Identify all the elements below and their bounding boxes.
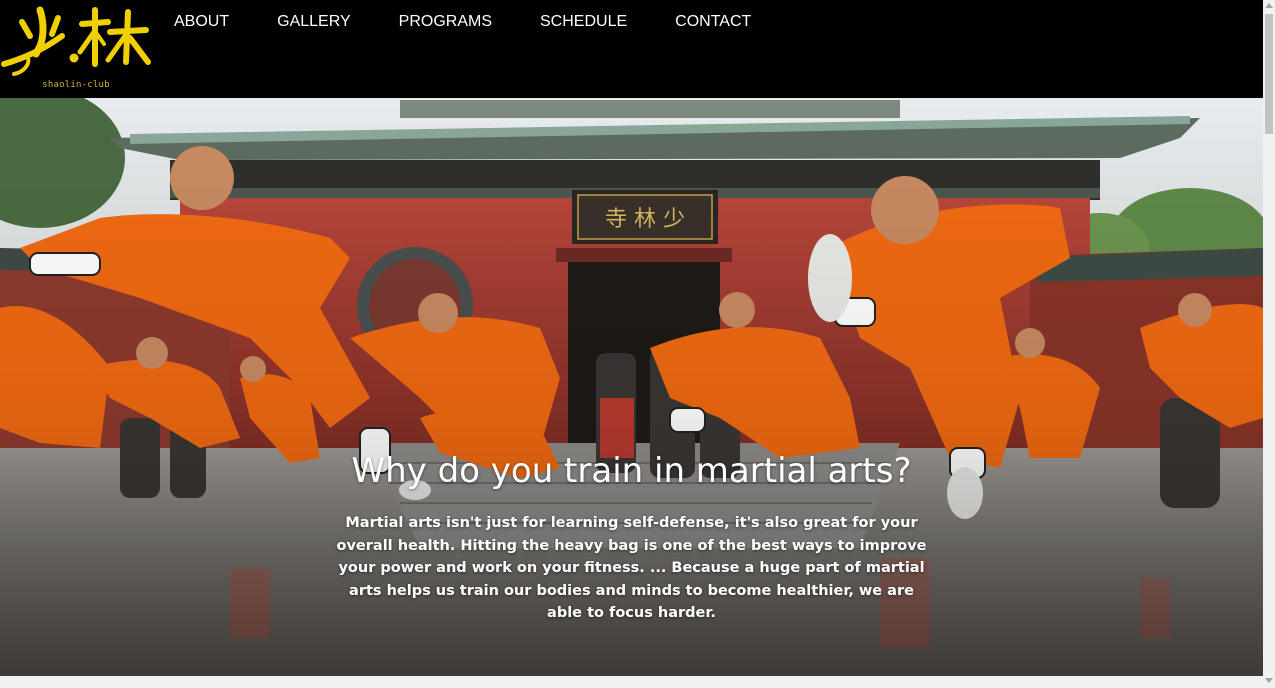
shaolin-calligraphy-icon bbox=[1, 6, 151, 76]
hero-title: Why do you train in martial arts? bbox=[351, 451, 912, 491]
hero-section: 寺 林 少 bbox=[0, 98, 1263, 676]
logo-subtitle: shaolin-club bbox=[42, 80, 110, 90]
site-header: shaolin-club ABOUT GALLERY PROGRAMS SCHE… bbox=[0, 0, 1263, 98]
scrollbar-thumb[interactable] bbox=[1265, 14, 1273, 134]
nav-programs[interactable]: PROGRAMS bbox=[399, 13, 492, 31]
shaolin-logo[interactable]: shaolin-club bbox=[0, 2, 152, 92]
vertical-scrollbar[interactable] bbox=[1263, 0, 1275, 688]
nav-schedule[interactable]: SCHEDULE bbox=[540, 13, 627, 31]
nav-gallery[interactable]: GALLERY bbox=[277, 13, 351, 31]
scroll-up-arrow-icon[interactable] bbox=[1265, 3, 1273, 8]
nav-contact[interactable]: CONTACT bbox=[675, 13, 751, 31]
hero-description: Martial arts isn't just for learning sel… bbox=[336, 515, 927, 621]
scroll-down-arrow-icon[interactable] bbox=[1265, 678, 1273, 683]
nav-about[interactable]: ABOUT bbox=[174, 13, 229, 31]
horizontal-scrollbar[interactable] bbox=[0, 676, 1263, 688]
main-nav: ABOUT GALLERY PROGRAMS SCHEDULE CONTACT bbox=[174, 13, 799, 31]
